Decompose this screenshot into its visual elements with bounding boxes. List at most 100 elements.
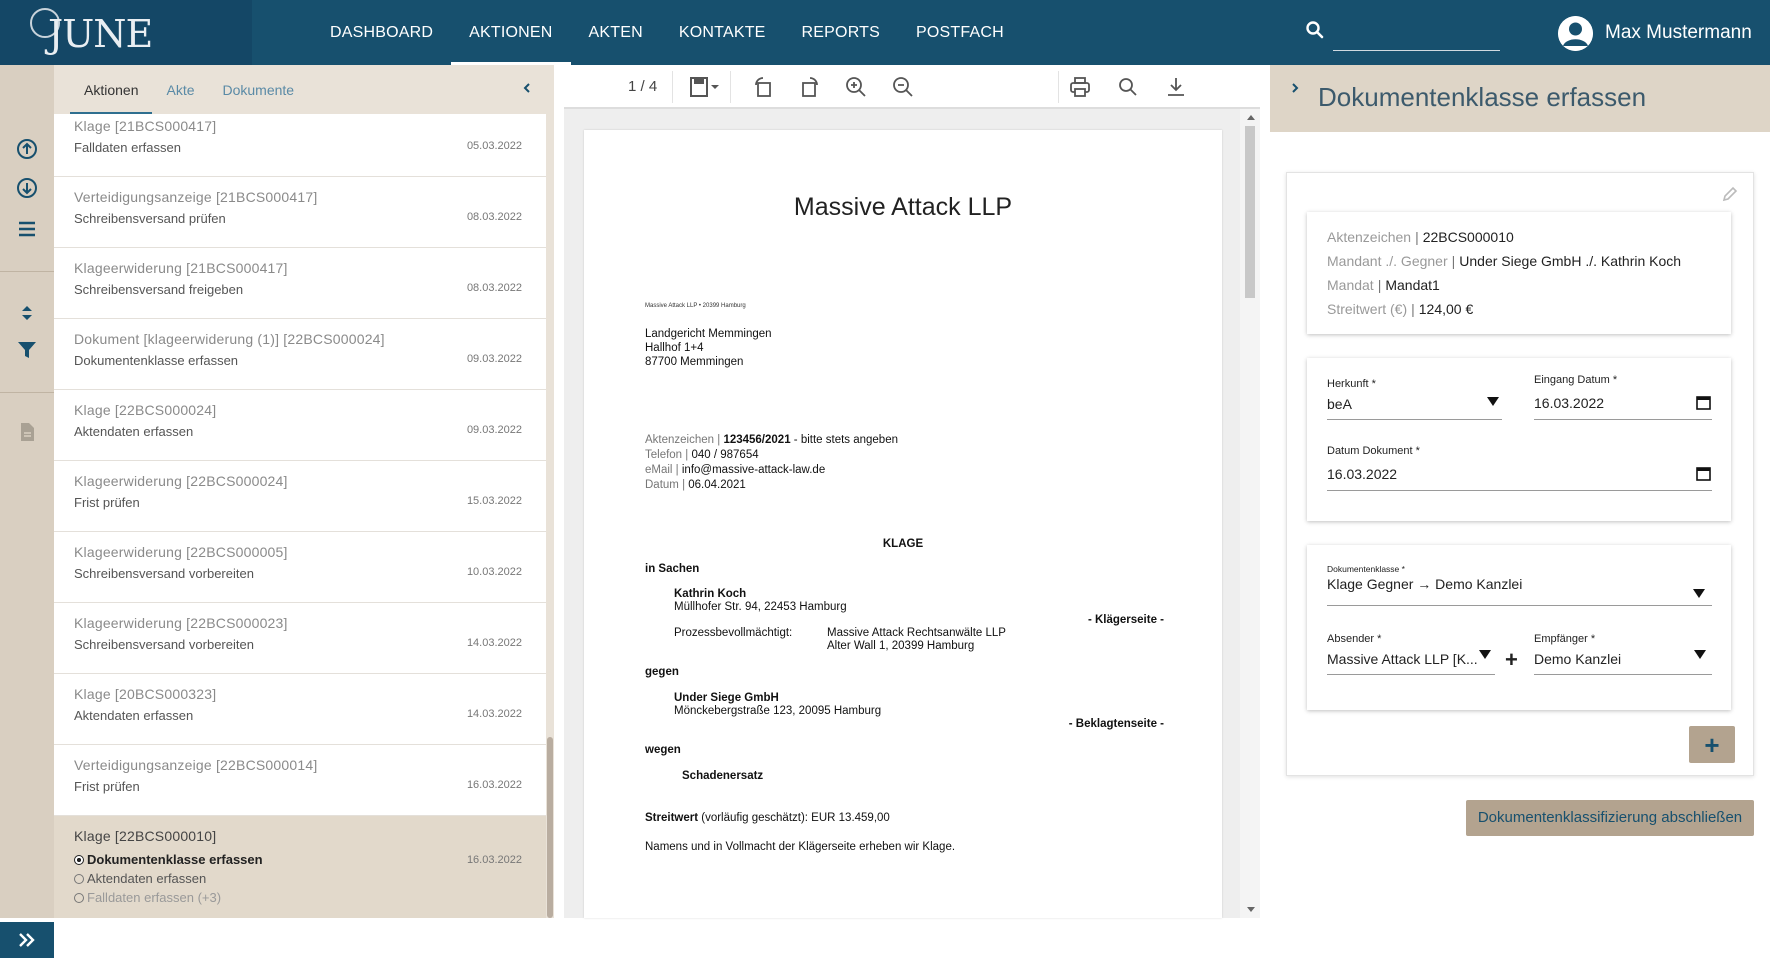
- scroll-up-icon[interactable]: [1247, 115, 1255, 120]
- actions-list: Klage [21BCS000417] Falldaten erfassen 0…: [54, 114, 546, 918]
- expand-panel-button[interactable]: [0, 922, 54, 958]
- item-title: Verteidigungsanzeige [21BCS000417]: [74, 189, 318, 205]
- field-value: 16.03.2022: [1327, 466, 1398, 482]
- list-item[interactable]: Dokument [klageerwiderung (1)] [22BCS000…: [54, 319, 546, 390]
- list-item[interactable]: Verteidigungsanzeige [21BCS000417] Schre…: [54, 177, 546, 248]
- step-pending[interactable]: Aktendaten erfassen: [74, 871, 206, 886]
- radio-dot-icon: [74, 893, 84, 903]
- doc-meta-row: Datum | 06.04.2021: [645, 478, 746, 492]
- nav-dashboard[interactable]: DASHBOARD: [312, 0, 451, 65]
- list-scrollbar[interactable]: [546, 114, 554, 918]
- list-item[interactable]: Klage [22BCS000024] Aktendaten erfassen …: [54, 390, 546, 461]
- scrollbar-thumb[interactable]: [1245, 126, 1255, 298]
- radio-dot-icon: [74, 874, 84, 884]
- doc-defendant-side: - Beklagtenseite -: [1068, 718, 1164, 730]
- dokumentenklasse-select[interactable]: Dokumentenklasse * Klage Gegner → Demo K…: [1327, 564, 1712, 606]
- document-icon[interactable]: [15, 420, 39, 444]
- item-subtitle: Schreibensversand freigeben: [74, 282, 244, 297]
- download-icon[interactable]: [1164, 75, 1188, 99]
- datum-dokument-input[interactable]: Datum Dokument * 16.03.2022: [1327, 445, 1712, 491]
- filter-icon[interactable]: [15, 338, 39, 362]
- doc-meta-value: 06.04.2021: [688, 479, 746, 491]
- info-value: Under Siege GmbH ./. Kathrin Koch: [1459, 253, 1682, 269]
- add-button[interactable]: +: [1689, 726, 1735, 763]
- nav-reports[interactable]: REPORTS: [784, 0, 898, 65]
- doc-meta-value: 040 / 987654: [691, 449, 759, 461]
- rotate-left-icon[interactable]: [751, 75, 775, 99]
- zoom-in-icon[interactable]: [844, 75, 868, 99]
- list-item-selected[interactable]: Klage [22BCS000010] 16.03.2022 Dokumente…: [54, 816, 546, 918]
- doc-defendant-name: Under Siege GmbH: [674, 692, 779, 704]
- empfaenger-select[interactable]: Empfänger * Demo Kanzlei: [1534, 633, 1712, 675]
- tab-akte[interactable]: Akte: [152, 65, 208, 114]
- item-date: 16.03.2022: [466, 854, 522, 866]
- field-underline: [1327, 419, 1502, 420]
- field-label: Datum Dokument *: [1327, 445, 1420, 457]
- list-item[interactable]: Klage [20BCS000323] Aktendaten erfassen …: [54, 674, 546, 745]
- item-title: Klage [21BCS000417]: [74, 118, 217, 134]
- avatar[interactable]: [1558, 16, 1593, 51]
- absender-select[interactable]: Absender * Massive Attack LLP [K...: [1327, 633, 1495, 675]
- logo-area[interactable]: JUNE: [0, 0, 252, 65]
- doc-meta-row: eMail | info@massive-attack-law.de: [645, 463, 825, 477]
- arrow-up-circle-icon[interactable]: [15, 137, 39, 161]
- list-item[interactable]: Verteidigungsanzeige [22BCS000014] Frist…: [54, 745, 546, 816]
- step-pending[interactable]: Falldaten erfassen (+3): [74, 890, 221, 905]
- chevron-left-icon[interactable]: [520, 81, 534, 95]
- field-underline: [1327, 605, 1712, 606]
- step-active[interactable]: Dokumentenklasse erfassen: [74, 852, 263, 867]
- field-value: Massive Attack LLP [K...: [1327, 651, 1477, 667]
- arrow-down-circle-icon[interactable]: [15, 176, 39, 200]
- tab-aktionen[interactable]: Aktionen: [70, 65, 153, 114]
- doc-plaintiff-side: - Klägerseite -: [1087, 614, 1164, 626]
- rotate-right-icon[interactable]: [798, 75, 822, 99]
- nav-akten[interactable]: AKTEN: [571, 0, 661, 65]
- search-icon[interactable]: [1305, 20, 1325, 40]
- tab-dokumente[interactable]: Dokumente: [209, 65, 309, 114]
- list-item[interactable]: Klageerwiderung [22BCS000023] Schreibens…: [54, 603, 546, 674]
- classification-form: Aktenzeichen | 22BCS000010 Mandant ./. Geg…: [1286, 172, 1754, 776]
- user-name[interactable]: Max Mustermann: [1605, 22, 1752, 44]
- pencil-icon[interactable]: [1721, 185, 1739, 203]
- item-subtitle: Schreibensversand vorbereiten: [74, 566, 254, 581]
- nav-aktionen[interactable]: AKTIONEN: [451, 0, 571, 65]
- eingang-datum-input[interactable]: Eingang Datum * 16.03.2022: [1534, 374, 1712, 420]
- doc-heading: KLAGE: [882, 538, 924, 550]
- field-label: Dokumentenklasse *: [1327, 564, 1405, 574]
- add-recipient-icon[interactable]: +: [1505, 647, 1518, 673]
- info-streitwert: Streitwert (€) | 124,00 €: [1327, 301, 1474, 317]
- viewer-scrollbar[interactable]: [1240, 109, 1260, 918]
- calendar-icon[interactable]: [1696, 395, 1711, 410]
- herkunft-select[interactable]: Herkunft * beA: [1327, 378, 1502, 420]
- nav-postfach[interactable]: POSTFACH: [898, 0, 1022, 65]
- item-subtitle: Schreibensversand vorbereiten: [74, 637, 254, 652]
- list-item[interactable]: Klageerwiderung [22BCS000005] Schreibens…: [54, 532, 546, 603]
- toolbar-divider: [672, 71, 673, 103]
- list-icon[interactable]: [15, 217, 39, 241]
- list-item[interactable]: Klageerwiderung [21BCS000417] Schreibens…: [54, 248, 546, 319]
- chevron-right-icon[interactable]: [1288, 81, 1302, 95]
- scrollbar-thumb[interactable]: [547, 737, 553, 918]
- case-info-card: Aktenzeichen | 22BCS000010 Mandant ./. Geg…: [1307, 212, 1731, 334]
- zoom-out-icon[interactable]: [891, 75, 915, 99]
- nav-kontakte[interactable]: KONTAKTE: [661, 0, 784, 65]
- sort-icon[interactable]: [15, 301, 39, 325]
- doc-meta-label: Aktenzeichen |: [645, 434, 721, 446]
- list-item[interactable]: Klage [21BCS000417] Falldaten erfassen 0…: [54, 114, 546, 177]
- print-icon[interactable]: [1068, 75, 1092, 99]
- info-value: 124,00 €: [1418, 301, 1474, 317]
- search-input[interactable]: [1333, 50, 1500, 51]
- plus-icon: +: [1704, 730, 1720, 760]
- list-item[interactable]: Klageerwiderung [22BCS000024] Frist prüf…: [54, 461, 546, 532]
- item-subtitle: Schreibensversand prüfen: [74, 211, 226, 226]
- doc-defendant-address: Mönckebergstraße 123, 20095 Hamburg: [674, 705, 882, 717]
- caret-down-icon[interactable]: [709, 75, 721, 99]
- search-icon[interactable]: [1116, 75, 1140, 99]
- item-title: Verteidigungsanzeige [22BCS000014]: [74, 757, 318, 773]
- calendar-icon[interactable]: [1696, 466, 1711, 481]
- scroll-down-icon[interactable]: [1247, 907, 1255, 912]
- finish-classification-button[interactable]: Dokumentenklassifizierung abschließen: [1466, 800, 1754, 836]
- doc-meta-value: info@massive-attack-law.de: [681, 464, 826, 476]
- item-date: 05.03.2022: [466, 140, 522, 152]
- step-label: Aktendaten erfassen: [87, 871, 207, 886]
